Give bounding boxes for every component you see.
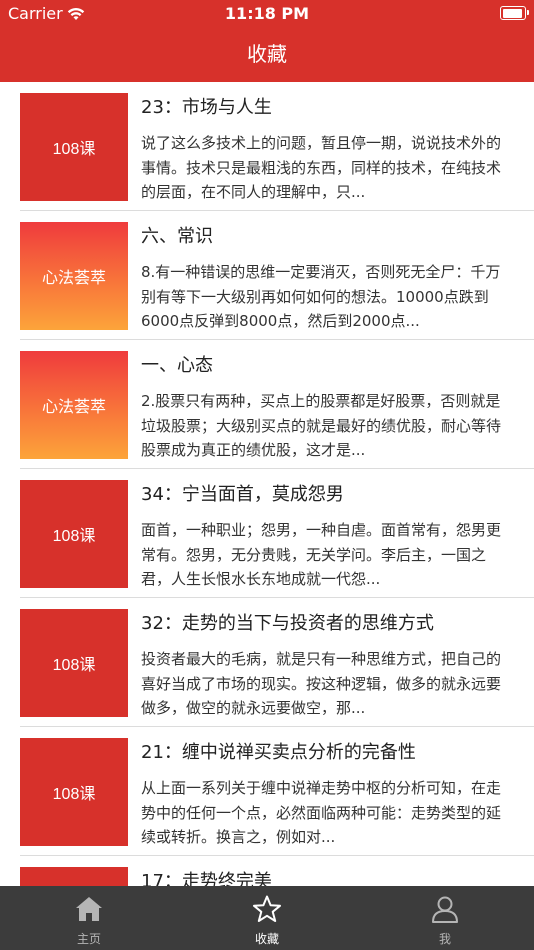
header: Carrier 11:18 PM 收藏 <box>0 0 534 82</box>
list-item[interactable]: 108课 34：宁当面首，莫成怨男面首，一种职业；怨男，一种自虐。面首常有，怨男更… <box>0 469 534 598</box>
item-title: 一、心态 <box>141 355 213 376</box>
tab-label: 主页 <box>76 932 101 946</box>
item-description: 投资者最大的毛病，就是只有一种思维方式，把自己的喜好当成了市场的现实。按这种逻辑… <box>141 650 502 717</box>
list-item[interactable]: 心法荟萃 六、常识 8.有一种错误的思维一定要消灭，否则死无全尸：千万别有等下一大级… <box>0 211 534 340</box>
item-thumbnail: 108课 <box>20 738 128 846</box>
item-thumbnail: 108课 <box>20 480 128 588</box>
status-bar: Carrier 11:18 PM <box>0 0 534 28</box>
item-thumbnail: 108课 <box>20 93 128 201</box>
item-description: 从上面一系列关于缠中说禅走势中枢的分析可知，在走势中的任何一个点，必然面临两种可… <box>141 779 502 846</box>
status-time: 11:18 PM <box>224 4 310 23</box>
favorites-list[interactable]: 108课 23：市场与人生说了这么多技术上的问题，暂且停一期，说说技术外的事情。技… <box>0 82 534 886</box>
item-description: 说了这么多技术上的问题，暂且停一期，说说技术外的事情。技术只是最粗浅的东西，同样… <box>141 134 502 201</box>
tab-favorites[interactable]: 收藏 <box>178 886 356 950</box>
item-thumbnail: 108课 <box>20 867 128 886</box>
item-description: 8.有一种错误的思维一定要消灭，否则死无全尸：千万别有等下一大级别再如何如何的想… <box>141 263 501 330</box>
item-title: 17：走势终完美 <box>141 871 272 886</box>
item-title: 23：市场与人生 <box>141 97 272 118</box>
item-title: 32：走势的当下与投资者的思维方式 <box>141 613 434 634</box>
app-screen: Carrier 11:18 PM 收藏 108课 23：市场与人生说了这么多技术上… <box>0 0 534 950</box>
star-icon <box>252 894 282 924</box>
item-thumbnail: 心法荟萃 <box>20 222 128 330</box>
item-title: 六、常识 <box>141 226 213 247</box>
person-icon <box>430 894 460 924</box>
tab-bar: 主页 收藏 我 <box>0 886 534 950</box>
item-title: 21：缠中说禅买卖点分析的完备性 <box>141 742 416 763</box>
item-thumbnail: 心法荟萃 <box>20 351 128 459</box>
list-item[interactable]: 108课 17：走势终完美 <box>0 856 534 886</box>
list-item[interactable]: 心法荟萃 一、心态 2.股票只有两种，买点上的股票都是好股票，否则就是垃圾股票；大级… <box>0 340 534 469</box>
home-icon <box>74 894 104 924</box>
page-title: 收藏 <box>247 42 287 66</box>
list-item[interactable]: 108课 21：缠中说禅买卖点分析的完备性从上面一系列关于缠中说禅走势中枢的分析可… <box>0 727 534 856</box>
tab-me[interactable]: 我 <box>356 886 534 950</box>
list-item[interactable]: 108课 23：市场与人生说了这么多技术上的问题，暂且停一期，说说技术外的事情。技… <box>0 82 534 211</box>
battery-icon <box>500 6 529 20</box>
item-description: 2.股票只有两种，买点上的股票都是好股票，否则就是垃圾股票；大级别买点的就是最好… <box>141 392 502 459</box>
tab-label: 我 <box>438 932 451 946</box>
tab-home[interactable]: 主页 <box>0 886 178 950</box>
item-description: 面首，一种职业；怨男，一种自虐。面首常有，怨男更常有。怨男，无分贵贱，无关学问。… <box>141 521 502 588</box>
list-item[interactable]: 108课 32：走势的当下与投资者的思维方式投资者最大的毛病，就是只有一种思维方式… <box>0 598 534 727</box>
battery-level <box>502 8 523 18</box>
tab-label: 收藏 <box>254 932 279 946</box>
item-thumbnail: 108课 <box>20 609 128 717</box>
item-title: 34：宁当面首，莫成怨男 <box>141 484 344 505</box>
